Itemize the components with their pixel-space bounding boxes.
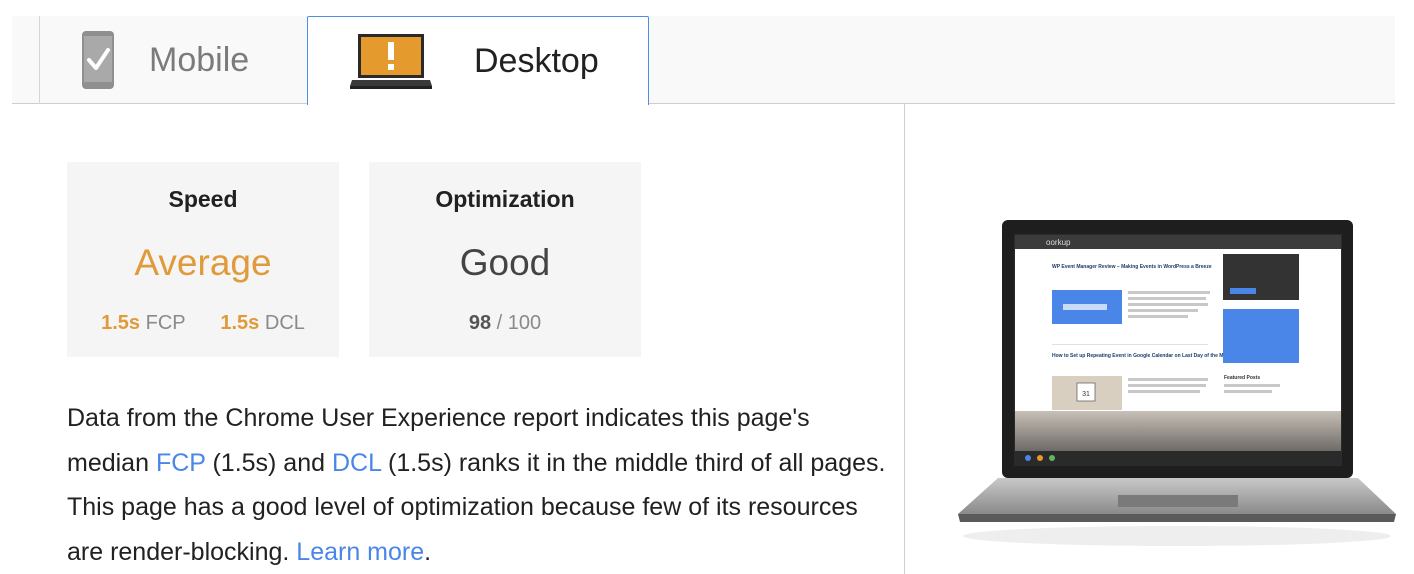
preview-calendar-day: 31	[1082, 391, 1090, 398]
speed-title: Speed	[168, 186, 238, 212]
fcp-value: 1.5s	[101, 312, 141, 334]
fcp-label: FCP	[145, 312, 186, 334]
dcl-link[interactable]: DCL	[332, 449, 381, 477]
preview-post-2-title: How to Set up Repeating Event in Google …	[1052, 353, 1234, 359]
fcp-link[interactable]: FCP	[156, 449, 206, 477]
tab-desktop[interactable]: Desktop	[307, 16, 649, 105]
tab-mobile[interactable]: Mobile	[40, 16, 307, 104]
score-value: 98	[468, 312, 492, 334]
panel-divider	[904, 104, 905, 574]
tab-mobile-label: Mobile	[149, 40, 250, 79]
laptop-warning-icon	[350, 34, 432, 89]
speed-metrics: 1.5s FCP 1.5s DCL	[67, 312, 339, 335]
tab-desktop-label: Desktop	[474, 41, 599, 80]
optimization-rating: Good	[459, 242, 551, 283]
preview-post-1-title: WP Event Manager Review – Making Events …	[1052, 264, 1212, 270]
optimization-title: Optimization	[435, 186, 575, 212]
speed-card: Speed Average 1.5s FCP 1.5s DCL	[67, 162, 339, 357]
dcl-value: 1.5s	[220, 312, 260, 334]
dcl-label: DCL	[264, 312, 305, 334]
score-separator: /	[496, 312, 503, 334]
device-tab-bar: Mobile Desktop	[12, 16, 1395, 105]
preview-site-logo: oorkup	[1046, 238, 1071, 247]
optimization-card: Optimization Good 98 / 100	[369, 162, 641, 357]
learn-more-link[interactable]: Learn more	[296, 538, 424, 566]
summary-text: Data from the Chrome User Experience rep…	[67, 396, 887, 574]
score-max: 100	[507, 312, 542, 334]
preview-sidebar-heading: Featured Posts	[1224, 375, 1260, 381]
phone-check-icon	[82, 31, 114, 89]
page-screenshot-preview: oorkup WP Event Manager Review – Making …	[958, 220, 1396, 546]
optimization-score: 98 / 100	[369, 312, 641, 335]
summary-part-4: .	[424, 537, 432, 566]
speed-rating: Average	[134, 242, 272, 283]
summary-part-2: (1.5s) and	[205, 448, 332, 477]
